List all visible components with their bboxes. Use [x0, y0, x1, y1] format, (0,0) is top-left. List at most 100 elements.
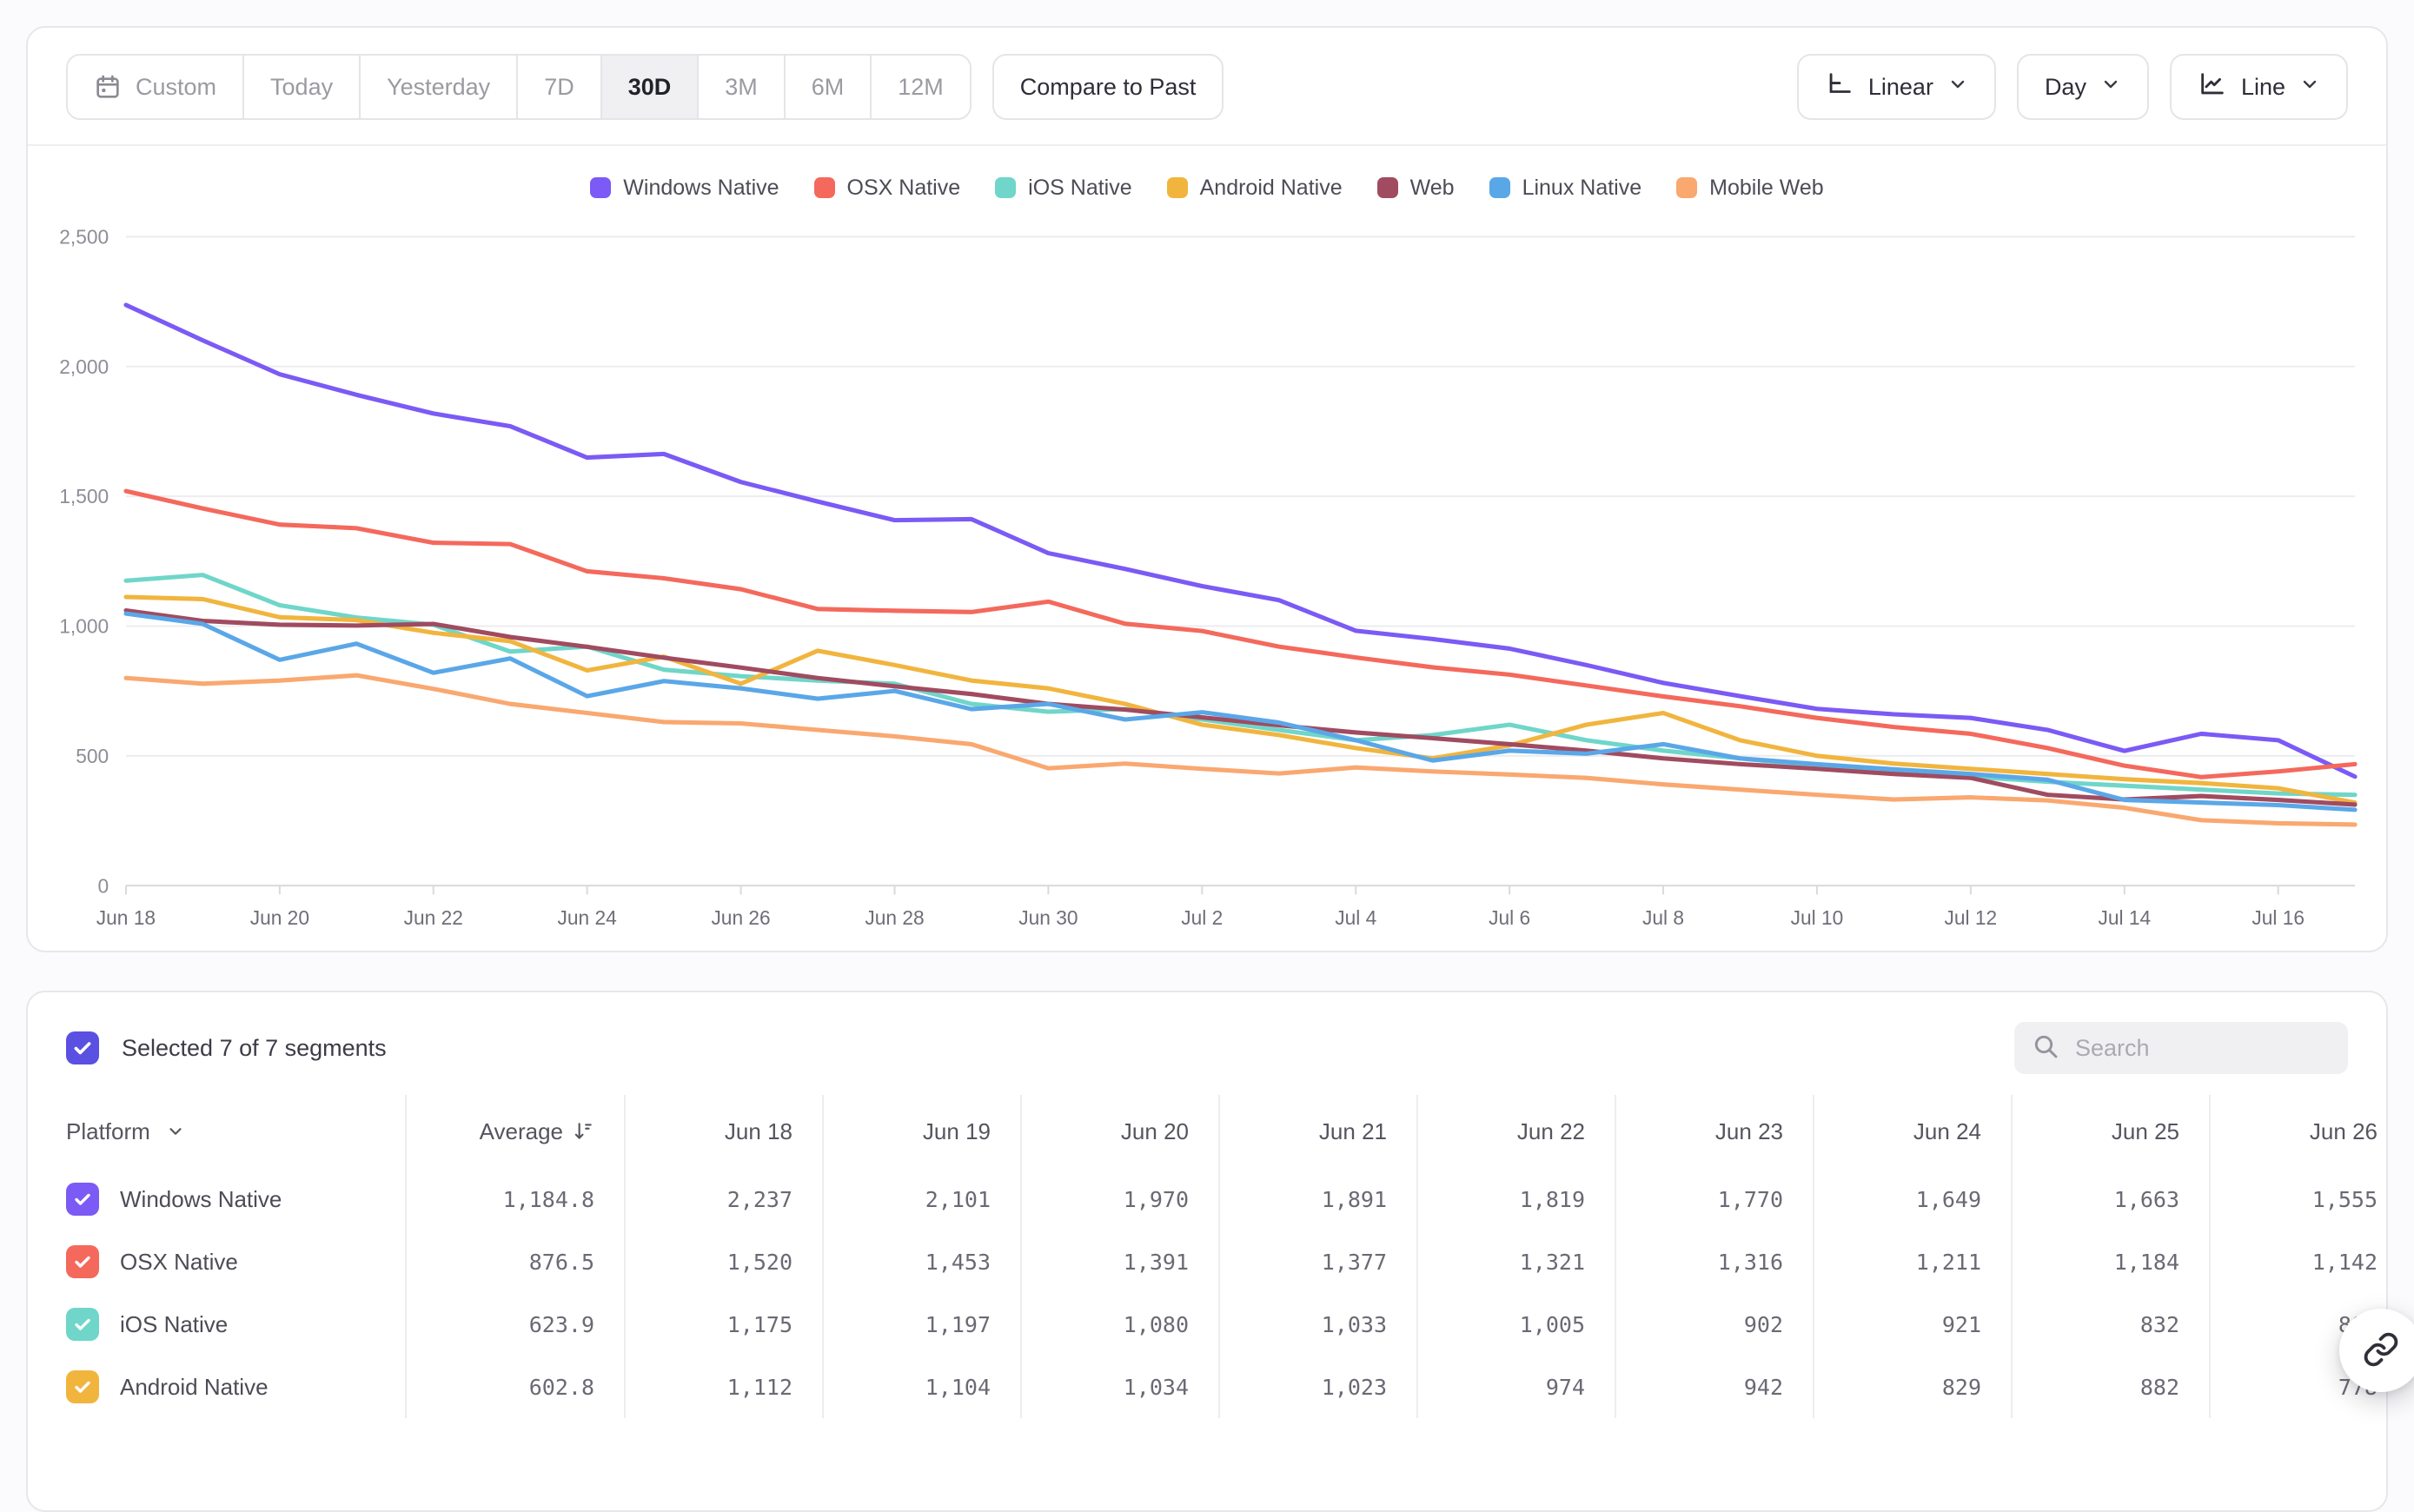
date-column-header: Jun 18	[624, 1095, 822, 1168]
svg-text:Jul 16: Jul 16	[2252, 906, 2305, 929]
average-column-header[interactable]: Average	[405, 1095, 624, 1168]
value-cell: 1,649	[1813, 1168, 2011, 1230]
value-cell: 832	[2011, 1293, 2209, 1356]
segment-checkbox[interactable]	[66, 1370, 99, 1403]
series-line-ios-native	[126, 575, 2355, 795]
svg-text:Jul 12: Jul 12	[1945, 906, 1998, 929]
range-label: 12M	[898, 74, 944, 101]
search-icon	[2032, 1032, 2059, 1064]
legend-item-ios-native[interactable]: iOS Native	[995, 176, 1131, 201]
platform-column-header[interactable]: Platform	[28, 1095, 405, 1168]
value-cell: 2,101	[822, 1168, 1020, 1230]
search-box[interactable]	[2014, 1022, 2348, 1074]
value-cell: 1,453	[822, 1230, 1020, 1293]
value-cell: 921	[1813, 1293, 2011, 1356]
value-cell: 2,237	[624, 1168, 822, 1230]
legend-label: OSX Native	[847, 176, 961, 201]
range-30d[interactable]: 30D	[600, 56, 698, 118]
segment-checkbox[interactable]	[66, 1183, 99, 1216]
sort-descending-icon	[572, 1120, 594, 1143]
value-cell: 1,520	[624, 1230, 822, 1293]
legend-label: iOS Native	[1028, 176, 1131, 201]
value-cell: 1,142	[2209, 1230, 2388, 1293]
line-chart: 05001,0001,5002,0002,500Jun 18Jun 20Jun …	[43, 210, 2364, 937]
legend-item-windows-native[interactable]: Windows Native	[590, 176, 779, 201]
scale-dropdown[interactable]: Linear	[1797, 54, 1996, 120]
svg-text:Jul 10: Jul 10	[1791, 906, 1844, 929]
svg-text:Jul 6: Jul 6	[1489, 906, 1530, 929]
value-cell: 1,175	[624, 1293, 822, 1356]
legend-item-linux-native[interactable]: Linux Native	[1489, 176, 1642, 201]
legend-item-web[interactable]: Web	[1377, 176, 1455, 201]
value-cell: 1,104	[822, 1356, 1020, 1418]
check-icon	[72, 1189, 93, 1210]
value-cell: 1,391	[1020, 1230, 1218, 1293]
calendar-icon	[94, 73, 122, 101]
platform-cell: OSX Native	[28, 1230, 405, 1293]
value-cell: 1,080	[1020, 1293, 1218, 1356]
legend-swatch	[1676, 177, 1697, 198]
share-link-button[interactable]	[2339, 1309, 2414, 1392]
range-label: Custom	[136, 74, 216, 101]
range-12m[interactable]: 12M	[870, 56, 970, 118]
check-icon	[71, 1037, 94, 1059]
value-cell: 974	[1416, 1356, 1615, 1418]
segment-checkbox[interactable]	[66, 1308, 99, 1341]
range-7d[interactable]: 7D	[516, 56, 600, 118]
line-chart-icon	[2198, 70, 2227, 105]
legend-label: Web	[1410, 176, 1455, 201]
linear-scale-icon	[1825, 70, 1854, 105]
range-3m[interactable]: 3M	[697, 56, 784, 118]
value-cell: 1,970	[1020, 1168, 1218, 1230]
legend-item-android-native[interactable]: Android Native	[1167, 176, 1343, 201]
svg-text:Jun 20: Jun 20	[250, 906, 309, 929]
platform-cell: iOS Native	[28, 1293, 405, 1356]
range-custom[interactable]: Custom	[68, 56, 242, 118]
legend-swatch	[814, 177, 835, 198]
value-cell: 1,112	[624, 1356, 822, 1418]
select-all-checkbox[interactable]	[66, 1031, 99, 1064]
table-row-android-native: Android Native602.81,1121,1041,0341,0239…	[28, 1356, 2388, 1418]
date-column-header: Jun 25	[2011, 1095, 2209, 1168]
chart-card: Custom Today Yesterday7D30D3M6M 12M Compare…	[26, 26, 2388, 952]
value-cell: 1,555	[2209, 1168, 2388, 1230]
search-input[interactable]	[2073, 1034, 2331, 1063]
svg-text:Jun 26: Jun 26	[711, 906, 770, 929]
legend-swatch	[995, 177, 1016, 198]
segments-card: Selected 7 of 7 segments PlatformAverage…	[26, 991, 2388, 1512]
legend-label: Android Native	[1200, 176, 1343, 201]
series-line-windows-native	[126, 305, 2355, 777]
legend-swatch	[590, 177, 611, 198]
svg-text:Jul 8: Jul 8	[1642, 906, 1684, 929]
range-label: Today	[270, 74, 333, 101]
range-6m[interactable]: 6M	[784, 56, 871, 118]
range-yesterday[interactable]: Yesterday	[359, 56, 516, 118]
value-cell: 942	[1615, 1356, 1813, 1418]
chart-type-dropdown-label: Line	[2241, 74, 2285, 101]
platform-name: Android Native	[120, 1374, 269, 1401]
legend-item-osx-native[interactable]: OSX Native	[814, 176, 961, 201]
svg-text:1,500: 1,500	[59, 485, 109, 507]
chevron-down-icon	[2299, 74, 2320, 101]
check-icon	[72, 1251, 93, 1272]
value-cell: 1,034	[1020, 1356, 1218, 1418]
value-cell: 882	[2011, 1356, 2209, 1418]
date-column-header: Jun 22	[1416, 1095, 1615, 1168]
series-line-mobile-web	[126, 675, 2355, 825]
check-icon	[72, 1376, 93, 1397]
svg-text:Jun 22: Jun 22	[404, 906, 463, 929]
date-column-header: Jun 26	[2209, 1095, 2388, 1168]
interval-dropdown[interactable]: Day	[2017, 54, 2149, 120]
svg-text:Jun 18: Jun 18	[96, 906, 156, 929]
segment-checkbox[interactable]	[66, 1245, 99, 1278]
svg-text:Jul 2: Jul 2	[1181, 906, 1223, 929]
select-all-segments[interactable]: Selected 7 of 7 segments	[66, 1031, 387, 1064]
value-cell: 1,316	[1615, 1230, 1813, 1293]
chart-type-dropdown[interactable]: Line	[2170, 54, 2348, 120]
table-row-osx-native: OSX Native876.51,5201,4531,3911,3771,321…	[28, 1230, 2388, 1293]
legend-label: Mobile Web	[1709, 176, 1824, 201]
compare-to-past-button[interactable]: Compare to Past	[992, 54, 1224, 120]
average-cell: 602.8	[405, 1356, 624, 1418]
range-today[interactable]: Today	[242, 56, 359, 118]
legend-item-mobile-web[interactable]: Mobile Web	[1676, 176, 1824, 201]
